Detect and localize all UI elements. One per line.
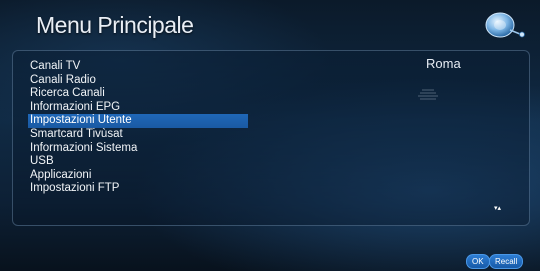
scroll-indicator[interactable]: ▾▴ <box>494 205 501 212</box>
menu-item-applicazioni[interactable]: Applicazioni <box>28 169 248 183</box>
menu-item-usb[interactable]: USB <box>28 155 248 169</box>
signal-lines-icon <box>418 89 438 100</box>
menu-item-ricerca-canali[interactable]: Ricerca Canali <box>28 87 248 101</box>
menu-item-impostazioni-utente[interactable]: Impostazioni Utente <box>28 114 248 128</box>
menu-item-informazioni-sistema[interactable]: Informazioni Sistema <box>28 142 248 156</box>
menu-item-canali-tv[interactable]: Canali TV <box>28 60 248 74</box>
tivusat-dish-logo-icon <box>485 12 525 38</box>
recall-button[interactable]: Recall <box>489 254 524 269</box>
menu-item-smartcard-tivusat[interactable]: Smartcard Tivùsat <box>28 128 248 142</box>
menu-item-informazioni-epg[interactable]: Informazioni EPG <box>28 101 248 115</box>
ok-button[interactable]: OK <box>466 254 490 269</box>
main-menu-screen: Menu Principale Canali TV Canali Radio R… <box>0 0 540 271</box>
page-title: Menu Principale <box>36 12 194 38</box>
location-label: Roma <box>426 56 461 71</box>
menu-item-impostazioni-ftp[interactable]: Impostazioni FTP <box>28 182 248 196</box>
main-menu-list: Canali TV Canali Radio Ricerca Canali In… <box>28 60 248 196</box>
menu-item-canali-radio[interactable]: Canali Radio <box>28 74 248 88</box>
